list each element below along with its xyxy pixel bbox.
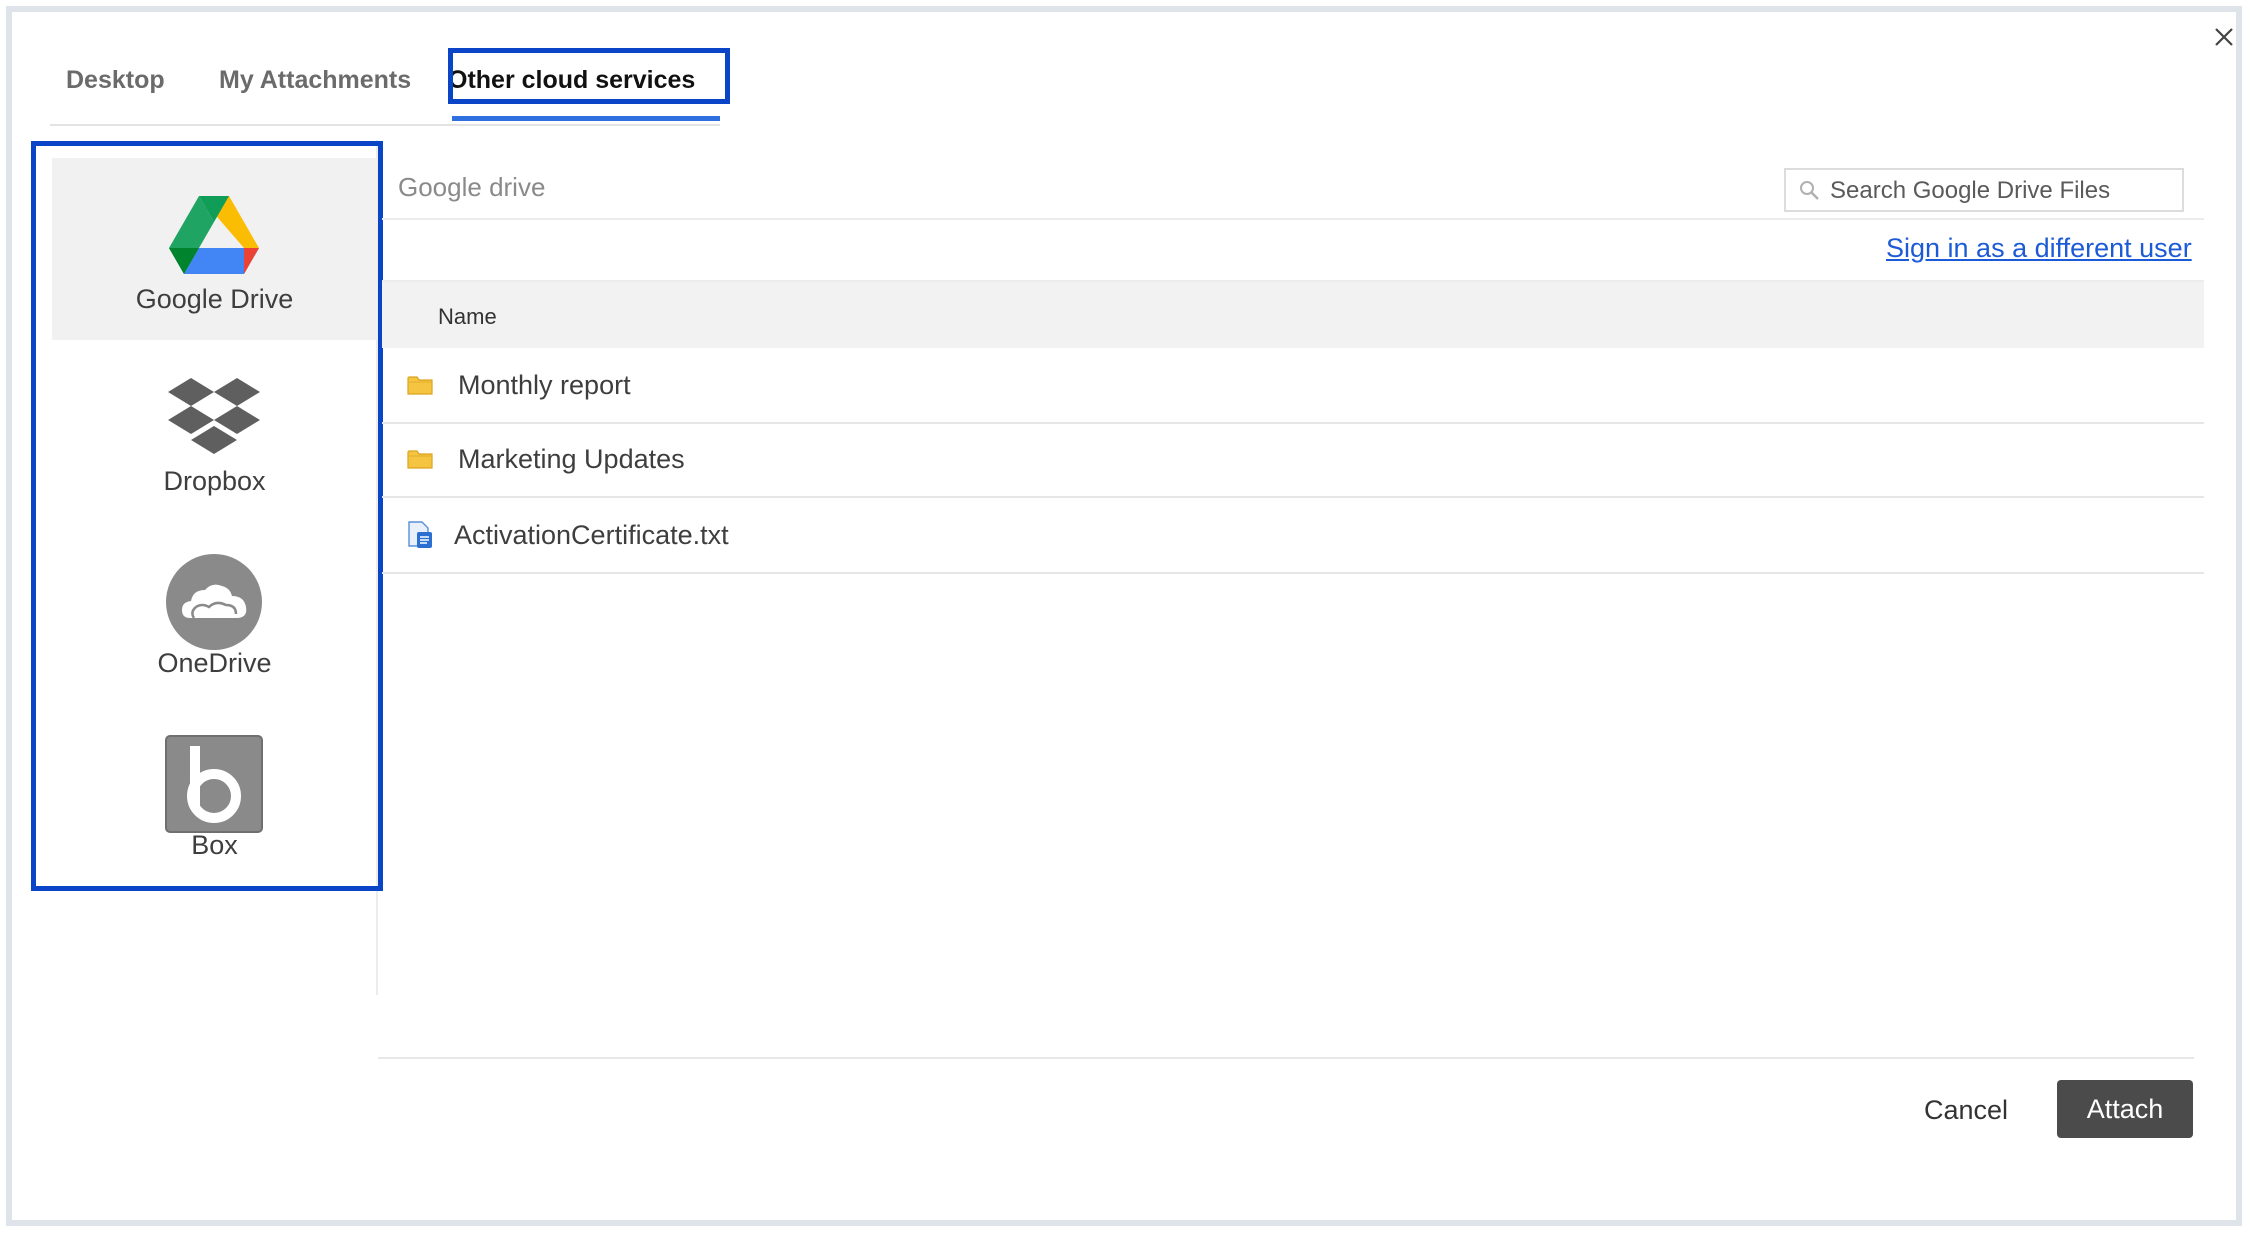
active-tab-indicator xyxy=(452,116,720,121)
close-icon xyxy=(2215,28,2233,46)
file-name: Monthly report xyxy=(458,370,631,400)
file-row[interactable]: Marketing Updates xyxy=(382,424,2204,498)
tab-desktop[interactable]: Desktop xyxy=(66,66,165,95)
tab-my-attachments[interactable]: My Attachments xyxy=(219,66,411,95)
folder-icon xyxy=(407,450,433,469)
tab-other-cloud-services[interactable]: Other cloud services xyxy=(448,66,695,95)
breadcrumb: Google drive xyxy=(398,172,546,202)
search-input[interactable] xyxy=(1828,174,2172,208)
search-box[interactable] xyxy=(1784,168,2184,212)
footer-divider xyxy=(378,1057,2194,1059)
text-file-icon xyxy=(408,521,432,548)
provider-list-highlight xyxy=(31,141,383,891)
sign-in-different-user-link[interactable]: Sign in as a different user xyxy=(1886,233,2192,264)
file-name: Marketing Updates xyxy=(458,444,685,474)
cancel-button[interactable]: Cancel xyxy=(1908,1082,2024,1138)
search-icon xyxy=(1800,181,1819,200)
divider xyxy=(382,218,2204,220)
folder-icon xyxy=(407,376,433,395)
file-row[interactable]: Monthly report xyxy=(382,350,2204,424)
file-row[interactable]: ActivationCertificate.txt xyxy=(382,500,2204,574)
close-button[interactable] xyxy=(2209,22,2239,52)
file-table-header: Name xyxy=(382,282,2204,348)
column-header-name: Name xyxy=(438,304,497,329)
file-name: ActivationCertificate.txt xyxy=(454,520,729,550)
tab-bar: Desktop My Attachments Other cloud servi… xyxy=(50,50,720,126)
attach-button[interactable]: Attach xyxy=(2057,1080,2193,1138)
